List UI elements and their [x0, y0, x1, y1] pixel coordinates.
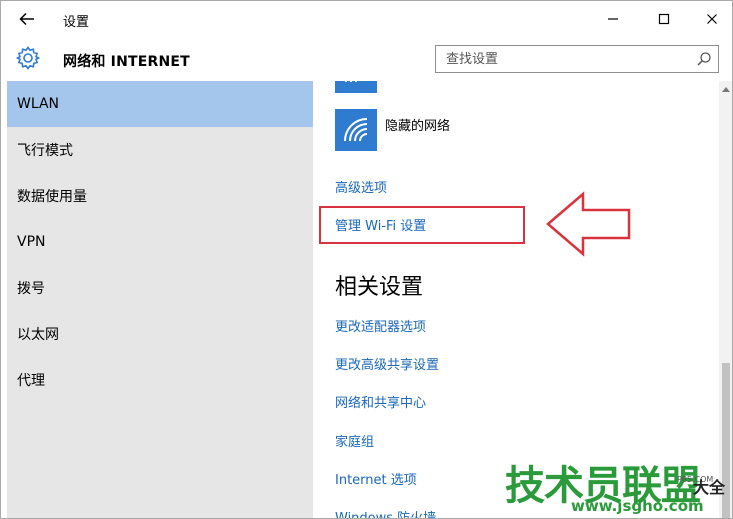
sidebar-item-proxy[interactable]: 代理 — [7, 357, 313, 403]
search-icon[interactable] — [696, 51, 712, 67]
sidebar-item-airplane-mode[interactable]: 飞行模式 — [7, 127, 313, 173]
sidebar-item-wlan[interactable]: WLAN — [7, 81, 313, 127]
related-settings-heading: 相关设置 — [335, 275, 424, 300]
scroll-up-button[interactable] — [719, 83, 732, 95]
settings-window: 设置 网络和 INTERNET WLAN 飞行模式 — [0, 0, 733, 519]
wifi-icon — [345, 81, 358, 83]
wifi-icon — [344, 118, 368, 142]
gear-icon — [15, 46, 41, 70]
sidebar-item-dial-up[interactable]: 拨号 — [7, 265, 313, 311]
network-tile-partial[interactable] — [335, 81, 377, 93]
close-button[interactable] — [690, 5, 732, 33]
change-advanced-sharing-link[interactable]: 更改高级共享设置 — [335, 354, 439, 373]
change-adapter-options-link[interactable]: 更改适配器选项 — [335, 316, 426, 335]
title-bar: 设置 — [1, 1, 732, 37]
sidebar-item-ethernet[interactable]: 以太网 — [7, 311, 313, 357]
close-icon — [707, 14, 717, 24]
sidebar: WLAN 飞行模式 数据使用量 VPN 拨号 以太网 代理 — [7, 81, 313, 518]
page-header: 网络和 INTERNET — [1, 37, 732, 81]
hidden-network-label[interactable]: 隐藏的网络 — [385, 115, 450, 134]
hidden-network-tile[interactable] — [335, 109, 377, 151]
back-button[interactable] — [13, 7, 41, 31]
maximize-button[interactable] — [642, 5, 686, 33]
search-box[interactable] — [435, 45, 719, 73]
sidebar-item-vpn[interactable]: VPN — [7, 219, 313, 265]
page-title: 网络和 INTERNET — [63, 54, 190, 70]
sidebar-item-data-usage[interactable]: 数据使用量 — [7, 173, 313, 219]
network-sharing-center-link[interactable]: 网络和共享中心 — [335, 392, 426, 411]
minimize-icon — [608, 18, 618, 20]
search-input[interactable] — [436, 46, 686, 72]
back-arrow-icon — [19, 12, 34, 26]
maximize-icon — [658, 13, 670, 25]
windows-firewall-link[interactable]: Windows 防火墙 — [335, 507, 436, 518]
content-scrollbar[interactable] — [719, 81, 732, 518]
advanced-options-link[interactable]: 高级选项 — [335, 177, 387, 196]
window-title: 设置 — [63, 15, 90, 30]
homegroup-link[interactable]: 家庭组 — [335, 431, 374, 450]
scroll-up-icon — [722, 87, 730, 92]
minimize-button[interactable] — [591, 5, 635, 33]
left-arrow-annotation-icon — [546, 191, 631, 257]
watermark-url: www.jsgho.com — [571, 497, 704, 515]
internet-options-link[interactable]: Internet 选项 — [335, 469, 417, 488]
watermark-tag: 大全 — [693, 478, 726, 497]
highlight-box — [319, 206, 525, 244]
